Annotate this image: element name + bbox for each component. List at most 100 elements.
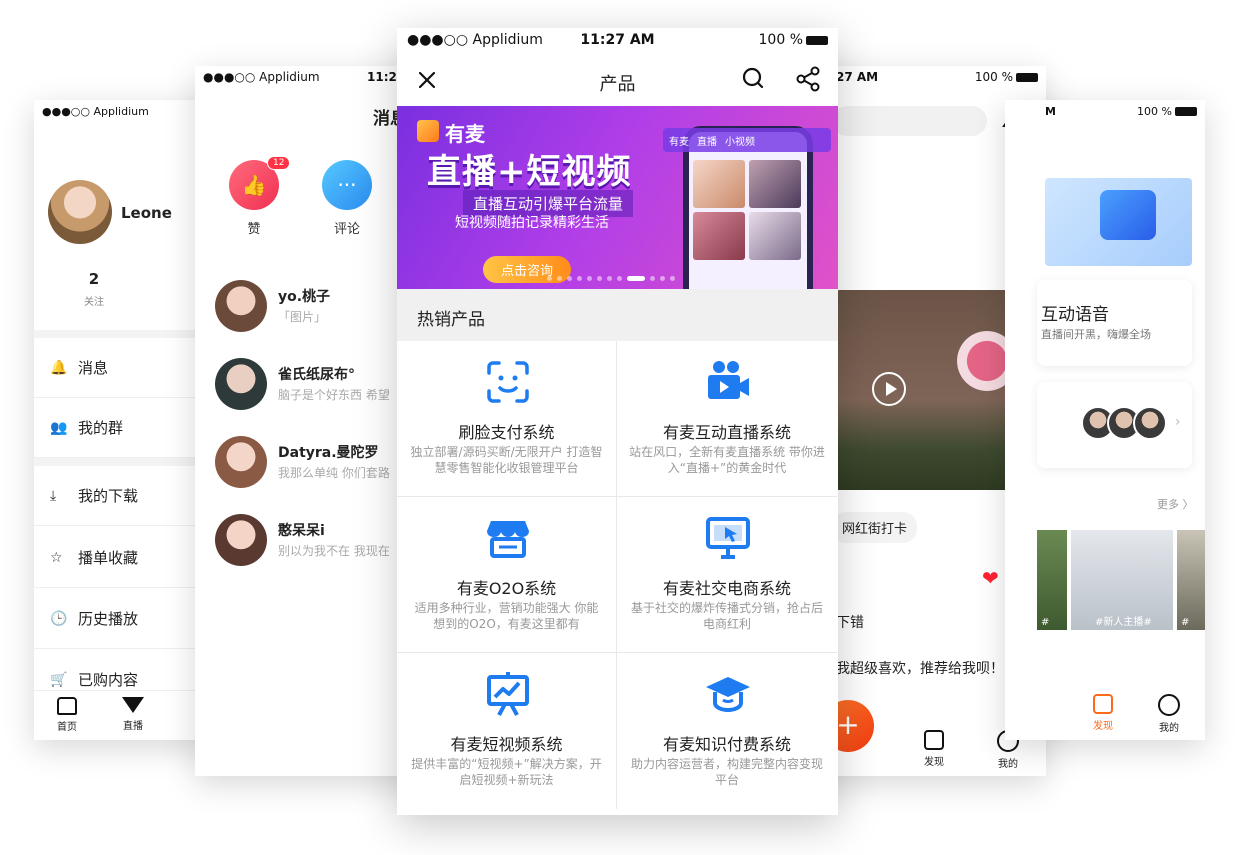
product-card-social-ecommerce[interactable]: 有麦社交电商系统 基于社交的爆炸传播式分销，抢占后电商红利 [617, 497, 837, 653]
menu-item-messages[interactable]: 🔔 消息 [34, 338, 214, 398]
tab-label: 发现 [1093, 721, 1113, 732]
clock-label: 11:27 AM [580, 32, 655, 48]
tab-discover[interactable]: 发现 [1083, 694, 1123, 732]
mockup-tile [749, 212, 801, 260]
menu-label: 已购内容 [78, 671, 139, 689]
promo-banner[interactable]: 有麦 直播+短视频 直播互动引爆平台流量 短视频随拍记录精彩生活 点击咨询 有麦… [397, 106, 838, 289]
divider [34, 330, 214, 338]
likes-label: 赞 [247, 222, 261, 237]
discover-icon [1093, 694, 1113, 714]
profile-name: Leone [121, 204, 172, 222]
product-title: 有麦社交电商系统 [662, 579, 791, 598]
message-preview: 我那么单纯 你们套路 [278, 466, 390, 480]
status-bar: ●●●○○ Applidium [34, 100, 214, 122]
status-bar: ●●●○○ Applidium 11:27 AM 100 % [397, 28, 838, 52]
play-icon[interactable] [872, 372, 906, 406]
menu-item-downloads[interactable]: ⤓ 我的下载 [34, 466, 214, 526]
message-preview: 脑子是个好东西 希望 [278, 388, 390, 402]
chevron-right-icon: › [1175, 414, 1181, 430]
message-preview: 别以为我不在 我现在 [278, 544, 390, 558]
avatar [1133, 406, 1167, 440]
message-preview: 「图片」 [278, 310, 327, 324]
home-icon [57, 697, 77, 715]
tab-label: 发现 [924, 757, 944, 768]
product-description: 助力内容运营者，构建完整内容变现平台 [630, 757, 823, 787]
discover-screen: M 100 % 互动语音 直播间开黑，嗨爆全场 › 更多 〉 # #新人主播# … [1005, 100, 1205, 740]
thumbnail[interactable]: # [1037, 530, 1067, 630]
divider [34, 458, 214, 466]
avatar [215, 358, 267, 410]
more-link[interactable]: 更多 〉 [1157, 496, 1194, 512]
menu-label: 我的群 [78, 419, 124, 437]
carrier-label: ●●●○○ Applidium [42, 104, 149, 118]
menu-label: 历史播放 [78, 610, 139, 628]
app-showcase: ●●●○○ Applidium Leone 2 关注 🔔 消息 👥 我的群 ⤓ … [0, 0, 1239, 855]
clock-icon: 🕒 [50, 610, 68, 627]
likes-badge: 12 [267, 156, 291, 170]
presentation-chart-icon [487, 672, 529, 716]
contact-name: 雀氏纸尿布° [278, 367, 355, 383]
share-icon[interactable] [795, 66, 821, 92]
product-card-live-streaming[interactable]: 有麦互动直播系统 站在风口，全新有麦直播系统 带你进入“直播+”的黄金时代 [617, 341, 837, 497]
comments-button[interactable]: ··· [322, 160, 372, 210]
product-card-o2o[interactable]: 有麦O2O系统 适用多种行业，营销功能强大 你能想到的O2O，有麦这里都有 [397, 497, 617, 653]
promo-banner[interactable] [1045, 178, 1192, 266]
contact-name: 憨呆呆i [278, 523, 325, 539]
search-icon[interactable] [741, 66, 765, 90]
mockup-tile [693, 160, 745, 208]
menu-label: 我的下载 [78, 487, 139, 505]
menu-item-favorites[interactable]: ☆ 播单收藏 [34, 528, 214, 588]
contact-name: Datyra.曼陀罗 [278, 445, 379, 461]
graduation-cap-icon [706, 677, 750, 713]
bell-icon: 🔔 [50, 359, 68, 376]
banner-headline: 直播+短视频 [427, 152, 632, 192]
face-scan-icon [487, 361, 529, 403]
product-card-short-video[interactable]: 有麦短视频系统 提供丰富的“短视频+”解决方案，开启短视频+新玩法 [397, 653, 617, 809]
star-icon: ☆ [50, 549, 63, 566]
product-description: 基于社交的爆炸传播式分销，抢占后电商红利 [630, 601, 823, 631]
comment-text: 下错 [836, 615, 864, 631]
contact-name: yo.桃子 [278, 289, 331, 305]
page-title: 产品 [599, 74, 636, 95]
search-input[interactable] [832, 106, 987, 136]
menu-item-groups[interactable]: 👥 我的群 [34, 398, 214, 458]
section-header: 热销产品 [397, 289, 838, 341]
tab-label: 直播 [123, 721, 143, 732]
battery-icon [806, 35, 828, 45]
battery-label: 100 % [655, 32, 828, 48]
comments-label: 评论 [333, 222, 360, 237]
tab-label: 我的 [1159, 723, 1179, 734]
monitor-cursor-icon [706, 517, 750, 559]
follow-count[interactable]: 2 [84, 270, 104, 288]
tab-home[interactable]: 首页 [34, 691, 100, 740]
nav-bar: 产品 [397, 58, 838, 106]
menu-item-history[interactable]: 🕒 历史播放 [34, 589, 214, 649]
heart-icon: ❤ [982, 566, 999, 590]
thumbnail[interactable]: # [1177, 530, 1205, 630]
card-subtitle: 直播间开黑，嗨爆全场 [1041, 328, 1151, 341]
profile-icon [1158, 694, 1180, 716]
carrier-label: ●●●○○ Applidium [407, 32, 543, 48]
product-title: 有麦互动直播系统 [662, 423, 791, 442]
avatar[interactable] [48, 180, 112, 244]
tab-live[interactable]: 直播 [100, 691, 166, 740]
group-icon: 👥 [50, 419, 68, 436]
clock-label: 11:2 [367, 70, 397, 84]
thumbnail[interactable]: #新人主播# [1071, 530, 1173, 630]
carousel-pager[interactable] [547, 276, 675, 281]
download-icon: ⤓ [50, 487, 57, 504]
product-card-face-pay[interactable]: 刷脸支付系统 独立部署/源码买断/无限开户 打造智慧零售智能化收银管理平台 [397, 341, 617, 497]
storefront-icon [487, 521, 529, 558]
tab-discover[interactable]: 发现 [914, 730, 954, 768]
status-bar: M 100 % [1005, 100, 1205, 122]
products-screen: ●●●○○ Applidium 11:27 AM 100 % 产品 有麦 直播+… [397, 28, 838, 815]
avatar [215, 436, 267, 488]
tab-me[interactable]: 我的 [1149, 694, 1189, 734]
product-description: 适用多种行业，营销功能强大 你能想到的O2O，有麦这里都有 [414, 601, 599, 631]
product-card-knowledge-pay[interactable]: 有麦知识付费系统 助力内容运营者，构建完整内容变现平台 [617, 653, 837, 809]
discover-icon [924, 730, 944, 750]
topic-tag[interactable]: 网红街打卡 [832, 512, 918, 543]
video-thumbnail[interactable] [832, 290, 1025, 490]
tab-label: 首页 [57, 722, 77, 733]
video-camera-icon [708, 361, 749, 399]
